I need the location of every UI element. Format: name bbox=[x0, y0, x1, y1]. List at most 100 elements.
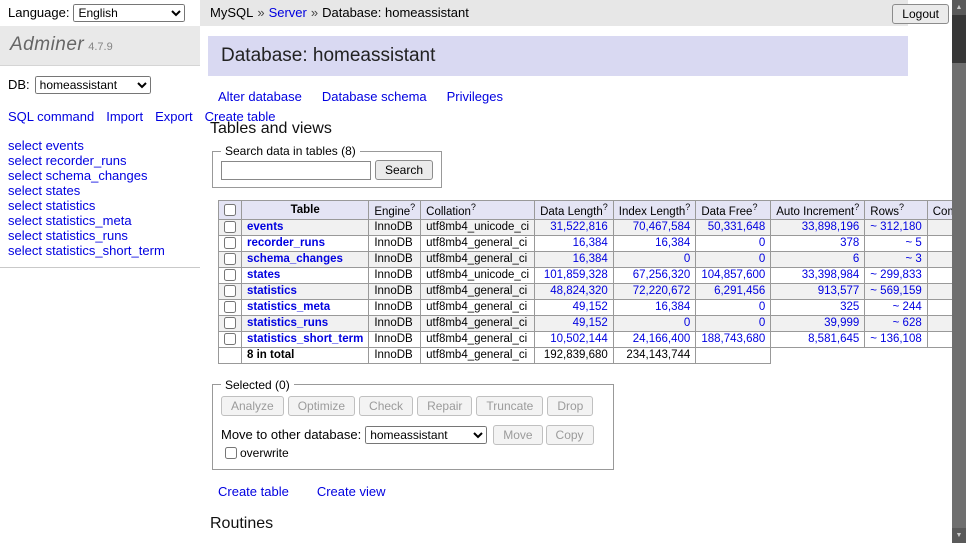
rows-link[interactable]: ~ 299,833 bbox=[870, 269, 921, 281]
data-free-link[interactable]: 188,743,680 bbox=[701, 333, 765, 345]
db-action-link[interactable]: Alter database bbox=[218, 89, 302, 104]
row-checkbox[interactable] bbox=[224, 333, 236, 345]
check-button[interactable]: Check bbox=[359, 396, 413, 416]
table-name-link[interactable]: schema_changes bbox=[247, 253, 343, 265]
db-select[interactable]: homeassistant bbox=[35, 76, 151, 94]
rows-link[interactable]: ~ 136,108 bbox=[870, 333, 921, 345]
overwrite-option[interactable]: overwrite bbox=[225, 446, 289, 460]
engine-cell: InnoDB bbox=[369, 251, 421, 267]
index-length-link[interactable]: 24,166,400 bbox=[633, 333, 691, 345]
row-checkbox[interactable] bbox=[224, 301, 236, 313]
index-length-link[interactable]: 67,256,320 bbox=[633, 269, 691, 281]
row-checkbox[interactable] bbox=[224, 253, 236, 265]
index-length-link[interactable]: 72,220,672 bbox=[633, 285, 691, 297]
table-name-link[interactable]: statistics bbox=[247, 285, 297, 297]
data-length-link[interactable]: 10,502,144 bbox=[550, 333, 608, 345]
analyze-button[interactable]: Analyze bbox=[221, 396, 284, 416]
repair-button[interactable]: Repair bbox=[417, 396, 472, 416]
data-free-link[interactable]: 50,331,648 bbox=[708, 221, 766, 233]
row-checkbox[interactable] bbox=[224, 285, 236, 297]
language-select[interactable]: English bbox=[73, 4, 185, 22]
data-free-link[interactable]: 0 bbox=[759, 317, 765, 329]
table-name-link[interactable]: statistics_runs bbox=[247, 317, 328, 329]
data-length-link[interactable]: 101,859,328 bbox=[544, 269, 608, 281]
column-header-data-free: Data Free? bbox=[696, 201, 771, 220]
row-checkbox[interactable] bbox=[224, 317, 236, 329]
drop-button[interactable]: Drop bbox=[547, 396, 593, 416]
data-free-link[interactable]: 0 bbox=[759, 301, 765, 313]
auto-increment-link[interactable]: 378 bbox=[840, 237, 859, 249]
scrollbar[interactable]: ▲ ▼ bbox=[952, 0, 966, 543]
data-length-link[interactable]: 31,522,816 bbox=[550, 221, 608, 233]
scroll-down-icon[interactable]: ▼ bbox=[952, 528, 966, 543]
copy-button[interactable]: Copy bbox=[546, 425, 594, 445]
index-length-link[interactable]: 0 bbox=[684, 253, 690, 265]
sidebar-select-link[interactable]: select schema_changes bbox=[8, 168, 200, 183]
data-free-link[interactable]: 6,291,456 bbox=[714, 285, 765, 297]
breadcrumb-separator: » bbox=[311, 5, 318, 20]
auto-increment-link[interactable]: 33,898,196 bbox=[802, 221, 860, 233]
data-length-link[interactable]: 16,384 bbox=[573, 253, 608, 265]
data-free-link[interactable]: 0 bbox=[759, 237, 765, 249]
sidebar-action-link[interactable]: Export bbox=[155, 109, 193, 124]
move-db-select[interactable]: homeassistant bbox=[365, 426, 487, 444]
index-length-link[interactable]: 0 bbox=[684, 317, 690, 329]
create-link[interactable]: Create view bbox=[317, 484, 386, 499]
scroll-up-icon[interactable]: ▲ bbox=[952, 0, 966, 15]
rows-link[interactable]: ~ 569,159 bbox=[870, 285, 921, 297]
auto-increment-link[interactable]: 8,581,645 bbox=[808, 333, 859, 345]
table-name-link[interactable]: events bbox=[247, 221, 283, 233]
logout-button[interactable]: Logout bbox=[892, 4, 949, 24]
rows-link[interactable]: ~ 5 bbox=[905, 237, 921, 249]
auto-increment-link[interactable]: 6 bbox=[853, 253, 859, 265]
move-button[interactable]: Move bbox=[493, 425, 542, 445]
select-all-checkbox[interactable] bbox=[224, 204, 236, 216]
rows-link[interactable]: ~ 312,180 bbox=[870, 221, 921, 233]
db-label: DB: bbox=[8, 77, 30, 92]
truncate-button[interactable]: Truncate bbox=[476, 396, 543, 416]
index-length-link[interactable]: 16,384 bbox=[655, 237, 690, 249]
rows-link[interactable]: ~ 628 bbox=[893, 317, 922, 329]
engine-cell: InnoDB bbox=[369, 315, 421, 331]
auto-increment-link[interactable]: 33,398,984 bbox=[802, 269, 860, 281]
rows-link[interactable]: ~ 3 bbox=[905, 253, 921, 265]
sidebar-action-link[interactable]: SQL command bbox=[8, 109, 94, 124]
db-action-link[interactable]: Privileges bbox=[447, 89, 503, 104]
breadcrumb-server-link[interactable]: Server bbox=[269, 5, 307, 20]
auto-increment-link[interactable]: 39,999 bbox=[824, 317, 859, 329]
create-link[interactable]: Create table bbox=[218, 484, 289, 499]
sidebar-action-link[interactable]: Import bbox=[106, 109, 143, 124]
data-length-link[interactable]: 49,152 bbox=[573, 317, 608, 329]
data-length-link[interactable]: 48,824,320 bbox=[550, 285, 608, 297]
sidebar-select-link[interactable]: select statistics bbox=[8, 198, 200, 213]
data-length-link[interactable]: 49,152 bbox=[573, 301, 608, 313]
search-input[interactable] bbox=[221, 161, 371, 180]
row-checkbox[interactable] bbox=[224, 269, 236, 281]
sidebar-select-link[interactable]: select states bbox=[8, 183, 200, 198]
table-name-link[interactable]: recorder_runs bbox=[247, 237, 325, 249]
optimize-button[interactable]: Optimize bbox=[288, 396, 355, 416]
overwrite-checkbox[interactable] bbox=[225, 447, 237, 459]
data-length-link[interactable]: 16,384 bbox=[573, 237, 608, 249]
sidebar-select-link[interactable]: select statistics_runs bbox=[8, 228, 200, 243]
auto-increment-link[interactable]: 325 bbox=[840, 301, 859, 313]
sidebar-select-link[interactable]: select events bbox=[8, 138, 200, 153]
scrollbar-thumb[interactable] bbox=[952, 15, 966, 63]
table-name-link[interactable]: statistics_meta bbox=[247, 301, 330, 313]
db-action-link[interactable]: Database schema bbox=[322, 89, 427, 104]
rows-link[interactable]: ~ 244 bbox=[893, 301, 922, 313]
data-free-link[interactable]: 104,857,600 bbox=[701, 269, 765, 281]
table-name-link[interactable]: states bbox=[247, 269, 280, 281]
sidebar-select-link[interactable]: select statistics_meta bbox=[8, 213, 200, 228]
comment-cell bbox=[927, 331, 952, 347]
row-checkbox[interactable] bbox=[224, 237, 236, 249]
search-button[interactable]: Search bbox=[375, 160, 433, 180]
index-length-link[interactable]: 16,384 bbox=[655, 301, 690, 313]
sidebar-select-link[interactable]: select recorder_runs bbox=[8, 153, 200, 168]
sidebar-select-link[interactable]: select statistics_short_term bbox=[8, 243, 200, 258]
table-name-link[interactable]: statistics_short_term bbox=[247, 333, 363, 345]
row-checkbox[interactable] bbox=[224, 221, 236, 233]
data-free-link[interactable]: 0 bbox=[759, 253, 765, 265]
index-length-link[interactable]: 70,467,584 bbox=[633, 221, 691, 233]
auto-increment-link[interactable]: 913,577 bbox=[818, 285, 860, 297]
